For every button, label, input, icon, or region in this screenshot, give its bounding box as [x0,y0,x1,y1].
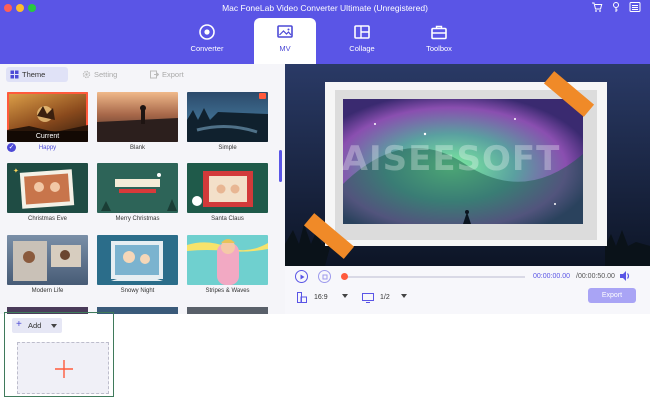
tab-toolbox[interactable]: Toolbox [408,18,470,64]
plus-icon: + [16,319,22,330]
cart-icon[interactable] [590,1,604,15]
export-icon [150,70,159,79]
tab-setting-label: Setting [94,70,118,79]
sub-tab-bar: Theme Setting Export [0,64,285,84]
tab-collage-label: Collage [349,44,375,53]
monitor-icon [362,293,374,303]
theme-grid: Current ✓ Happy Blank Simple ✦ Christmas… [0,86,278,314]
current-time: 00:00:00.00 [533,273,570,280]
theme-label: Modern Life [31,288,64,294]
timeline-handle[interactable] [341,273,348,280]
download-icon[interactable] [259,93,266,99]
merry-christmas-scene [101,173,177,211]
tab-converter-label: Converter [190,44,224,53]
mv-icon [277,25,293,38]
tab-theme-label: Theme [22,70,46,79]
add-button[interactable]: + Add [12,318,62,333]
add-label: Add [28,321,42,330]
theme-label: Christmas Eve [27,216,67,222]
watermark-text: AISEESOFT [342,139,561,179]
theme-scrollbar[interactable] [279,150,282,182]
tab-mv-label: MV [279,44,291,53]
page-dropdown-icon[interactable] [401,294,407,298]
theme-stripes-waves[interactable]: Stripes & Waves [187,235,268,294]
tab-collage[interactable]: Collage [331,18,393,64]
tab-toolbox-label: Toolbox [426,44,452,53]
theme-panel: Theme Setting Export Current ✓ Happy Bla… [0,64,285,314]
top-bar: Mac FoneLab Video Converter Ultimate (Un… [0,0,650,64]
total-time: /00:00:50.00 [576,273,615,280]
theme-modern-life[interactable]: Modern Life [7,235,88,294]
tab-mv[interactable]: MV [254,18,316,64]
export-button[interactable]: Export [588,288,636,303]
toolbox-icon [431,25,447,40]
stop-icon [322,274,327,279]
app-window: Mac FoneLab Video Converter Ultimate (Un… [0,0,650,408]
key-icon[interactable] [609,1,623,15]
play-icon [300,274,305,279]
aspect-ratio-icon [297,292,307,303]
theme-simple[interactable]: Simple [187,92,268,151]
snowy-night-scene [111,241,163,281]
aspect-ratio-value[interactable]: 16:9 [314,292,328,303]
theme-thumbnail [97,92,178,142]
theme-thumbnail-partial [187,307,268,314]
page-value[interactable]: 1/2 [380,292,390,303]
tab-export[interactable]: Export [146,67,196,82]
theme-label: Simple [218,145,237,151]
theme-label: Merry Christmas [115,216,160,222]
tab-setting[interactable]: Setting [78,67,133,82]
stop-button[interactable] [318,270,331,283]
theme-thumbnail [97,235,178,285]
modern-life-scene [13,241,81,281]
collage-icon [354,25,370,39]
blank-scene [97,105,178,142]
theme-happy[interactable]: Current ✓ Happy [7,92,88,152]
tab-converter[interactable]: Converter [176,18,238,64]
theme-thumbnail [187,163,268,213]
theme-merry-christmas[interactable]: Merry Christmas [97,163,178,222]
theme-christmas-eve[interactable]: ✦ Christmas Eve [7,163,88,222]
tab-theme[interactable]: Theme [6,67,68,82]
theme-thumbnail: ✦ [7,163,88,213]
aspect-ratio-dropdown-icon[interactable] [342,294,348,298]
add-dropdown-icon[interactable] [51,324,57,328]
window-title: Mac FoneLab Video Converter Ultimate (Un… [222,3,428,13]
santa-claus-scene [192,171,253,207]
theme-snowy-night[interactable]: Snowy Night [97,235,178,294]
christmas-eve-scene: ✦ [13,167,75,209]
add-media-plus-icon [55,360,73,378]
theme-thumbnail [7,235,88,285]
theme-label: Stripes & Waves [205,288,250,294]
volume-icon[interactable] [619,270,631,282]
stripes-waves-scene [187,239,268,285]
svg-text:✦: ✦ [13,167,19,175]
simple-scene [187,108,268,142]
grid-icon [10,70,19,79]
theme-thumbnail [187,92,268,142]
tab-export-label: Export [162,70,184,79]
play-button[interactable] [295,270,308,283]
theme-label: Blank [129,145,145,151]
theme-blank[interactable]: Blank [97,92,178,151]
add-media-dropzone[interactable] [17,342,109,394]
menu-icon[interactable] [628,1,642,15]
theme-label: Santa Claus [211,216,244,222]
video-preview: AISEESOFT [285,64,650,266]
preview-canvas: AISEESOFT [285,64,650,266]
theme-label: Snowy Night [120,288,155,294]
theme-thumbnail: Current [7,92,88,142]
theme-thumbnail [187,235,268,285]
theme-thumbnail [97,163,178,213]
current-badge: Current [7,131,88,142]
timeline-track[interactable] [345,276,525,278]
converter-icon [199,24,215,40]
gear-icon [82,70,91,79]
theme-label: Happy [38,145,57,151]
player-controls: 00:00:00.00 /00:00:50.00 16:9 1/2 Export [285,266,650,314]
theme-santa-claus[interactable]: Santa Claus [187,163,268,222]
